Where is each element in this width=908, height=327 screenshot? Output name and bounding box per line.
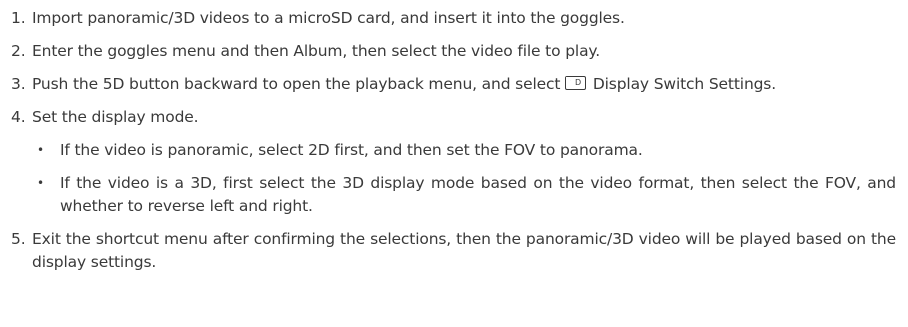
instruction-document: 1. Import panoramic/3D videos to a micro…: [0, 0, 908, 327]
step-text-after-icon: Display Switch Settings.: [588, 75, 777, 93]
step-text: Exit the shortcut menu after confirming …: [32, 230, 896, 271]
step-2: 2. Enter the goggles menu and then Album…: [11, 40, 896, 63]
bullet-marker: •: [37, 176, 44, 190]
step-4-bullet-1: • If the video is panoramic, select 2D f…: [11, 139, 896, 162]
step-text: Enter the goggles menu and then Album, t…: [32, 42, 601, 60]
step-4-bullet-2: • If the video is a 3D, first select the…: [11, 172, 896, 218]
step-text: Push the 5D button backward to open the …: [32, 73, 896, 96]
display-switch-2d-icon: 2D: [565, 76, 587, 90]
step-number: 1.: [11, 9, 26, 27]
icon-label: 2D: [569, 78, 582, 87]
step-number: 5.: [11, 230, 26, 248]
step-3: 3. Push the 5D button backward to open t…: [11, 73, 896, 96]
bullet-text: If the video is panoramic, select 2D fir…: [60, 141, 643, 159]
step-number: 4.: [11, 108, 26, 126]
step-1: 1. Import panoramic/3D videos to a micro…: [11, 7, 896, 30]
step-number: 3.: [11, 75, 26, 93]
step-text-before-icon: Push the 5D button backward to open the …: [32, 75, 561, 93]
step-4: 4. Set the display mode.: [11, 106, 896, 129]
bullet-marker: •: [37, 143, 44, 157]
step-number: 2.: [11, 42, 26, 60]
step-text: Set the display mode.: [32, 108, 199, 126]
step-text: Import panoramic/3D videos to a microSD …: [32, 9, 625, 27]
bullet-text: If the video is a 3D, first select the 3…: [60, 174, 896, 215]
step-5: 5. Exit the shortcut menu after confirmi…: [11, 228, 896, 274]
